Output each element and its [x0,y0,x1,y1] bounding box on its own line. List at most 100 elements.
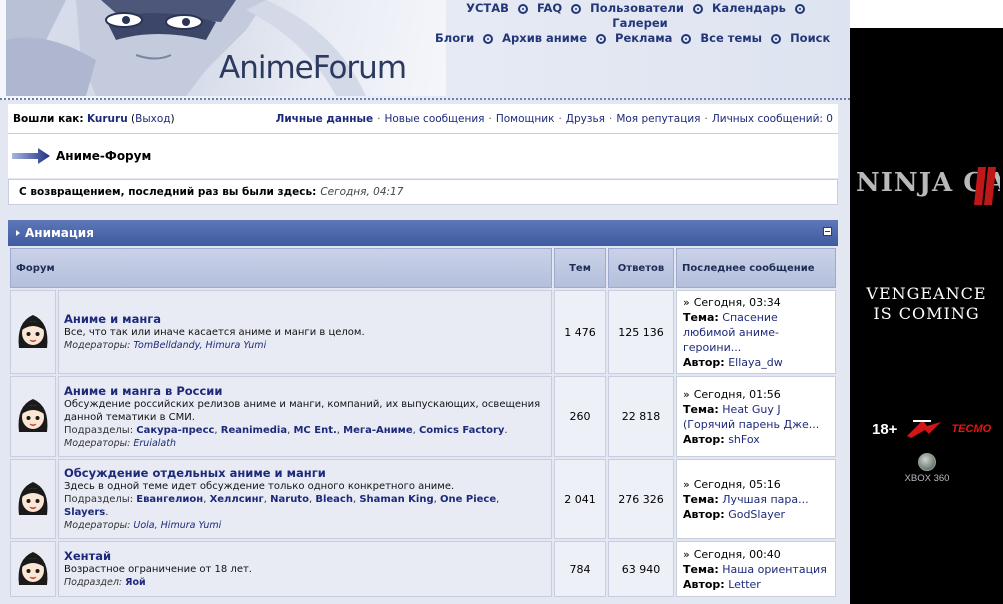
subforum-link[interactable]: Bleach [315,494,353,505]
forum-title-link[interactable]: Аниме и манга в России [64,384,546,398]
subforum-link[interactable]: Reanimedia [221,425,287,436]
double-chevron-icon[interactable]: » [683,548,690,561]
helper-link[interactable]: Помощник [496,113,555,125]
moderators-links[interactable]: Eruialath [133,438,176,449]
author-link[interactable]: shFox [728,433,760,446]
friends-link[interactable]: Друзья [566,113,605,125]
author-link[interactable]: Letter [728,578,761,591]
topics-count: 2 041 [554,459,606,539]
author-label: Автор: [683,577,725,591]
subforum-link[interactable]: One Piece [440,494,496,505]
category-header: Анимация [8,220,838,246]
team-ninja-logo-icon [907,420,942,438]
header-replies: Ответов [608,248,674,288]
welcome-box: С возвращением, последний раз вы были зд… [8,179,838,205]
nav-separator-icon [596,34,607,44]
last-post-date: » Сегодня, 01:56 [683,387,829,402]
double-chevron-icon[interactable]: » [683,296,690,309]
username-link[interactable]: Kururu [87,113,128,125]
site-logo[interactable]: AnimeForum [219,50,407,86]
author-link[interactable]: GodSlayer [728,508,785,521]
nav-separator-icon [483,34,494,44]
forum-info-cell: Обсуждение отдельных аниме и манги Здесь… [58,459,552,539]
nav-rules[interactable]: УСТАВ [466,1,509,16]
author-label: Автор: [683,432,725,446]
subforum-link[interactable]: Евангелион [136,494,203,505]
subforum-link[interactable]: MC Ent. [293,425,336,436]
forum-status-avatar-icon [18,399,48,432]
last-post-cell: » Сегодня, 01:56 Тема: Heat Guy J (Горячи… [676,376,836,457]
last-post-topic: Тема: Наша ориентация [683,562,829,577]
forum-description: Здесь в одной теме идет обсуждение тольк… [64,481,455,492]
new-posts-link[interactable]: Новые сообщения [384,113,484,125]
forum-title-link[interactable]: Обсуждение отдельных аниме и манги [64,466,546,480]
forum-moderators: Модераторы: Uola, Himura Yumi [64,519,546,532]
subforum-link[interactable]: Сакура-пресс [136,425,214,436]
nav-all-topics[interactable]: Все темы [700,31,762,46]
moderators-links[interactable]: TomBelldandy, Himura Yumi [133,340,266,351]
header-forum: Форум [10,248,552,288]
ad-tagline-line2: IS COMING [873,304,980,323]
last-post-cell: » Сегодня, 03:34 Тема: Спасение любимой а… [676,290,836,374]
nav-separator-icon [681,34,692,44]
top-navigation: УСТАВ FAQ Пользователи Календарь Галереи… [430,0,850,46]
subforums-label: Подразделы: [64,424,134,436]
last-post-topic: Тема: Heat Guy J (Горячий парень Дже... [683,402,829,432]
table-row: Хентай Возрастное ограничение от 18 лет.… [10,541,836,597]
forum-title-link[interactable]: Хентай [64,549,546,563]
topic-label: Тема: [683,402,719,416]
category-title[interactable]: Анимация [25,226,94,240]
subforum-link[interactable]: Shaman King [359,494,433,505]
subforum-link[interactable]: Slayers [64,507,105,518]
nav-galleries[interactable]: Галереи [612,16,667,31]
collapse-icon[interactable] [823,227,832,236]
subforum-link[interactable]: Хеллсинг [210,494,264,505]
forum-status-cell [10,541,56,597]
nav-calendar[interactable]: Календарь [712,1,786,16]
platform-badge: XBOX 360 [902,453,952,484]
last-topic-link[interactable]: Наша ориентация [722,563,827,576]
moderators-links[interactable]: Uola, Himura Yumi [133,520,221,531]
reputation-link[interactable]: Моя репутация [616,113,700,125]
forum-subforums: Подраздел: Яой [64,576,546,589]
nav-search[interactable]: Поиск [790,31,830,46]
author-link[interactable]: Ellaya_dw [728,356,783,369]
nav-users[interactable]: Пользователи [590,1,684,16]
subforum-link[interactable]: Comics Factory [419,425,504,436]
forum-title-link[interactable]: Аниме и манга [64,312,546,326]
link-separator: · [608,112,613,125]
advertisement-banner[interactable]: NINJA GAIDEN II VENGEANCE IS COMING 18+ … [850,0,1003,604]
profile-link[interactable]: Личные данные [276,113,374,125]
last-post-date: » Сегодня, 03:34 [683,295,829,310]
nav-separator-icon [571,4,582,14]
last-post-cell: » Сегодня, 05:16 Тема: Лучшая пара... Авт… [676,459,836,539]
link-separator: · [558,112,562,125]
last-visit-time: Сегодня, 04:17 [320,186,404,198]
forum-table: Форум Тем Ответов Последнее сообщение Ан… [8,246,838,599]
author-label: Автор: [683,507,725,521]
last-post-time: Сегодня, 01:56 [693,387,781,401]
private-messages-link[interactable]: Личных сообщений: 0 [712,113,833,125]
subforum-link[interactable]: Яой [125,577,146,588]
forum-description: Все, что так или иначе касается аниме и … [64,327,365,338]
subforum-link[interactable]: Naruto [270,494,309,505]
replies-count: 63 940 [608,541,674,597]
forum-info-cell: Аниме и манга в России Обсуждение россий… [58,376,552,457]
user-links: Личные данные · Новые сообщения · Помощник · Д… [276,113,833,125]
nav-faq[interactable]: FAQ [537,1,562,16]
forum-description: Обсуждение российских релизов аниме и ма… [64,398,541,423]
last-topic-link[interactable]: Лучшая пара... [722,493,808,506]
nav-advertising[interactable]: Реклама [615,31,672,46]
last-post-author: Автор: Letter [683,577,829,592]
double-chevron-icon[interactable]: » [683,478,690,491]
last-post-author: Автор: shFox [683,432,829,447]
forum-info-cell: Хентай Возрастное ограничение от 18 лет.… [58,541,552,597]
nav-anime-archive[interactable]: Архив аниме [502,31,587,46]
user-bar: Вошли как: Kururu (Выход) Личные данные ·… [8,104,838,134]
page-title: Аниме-Форум [56,149,152,163]
forum-status-avatar-icon [18,481,48,515]
nav-blogs[interactable]: Блоги [435,31,474,46]
double-chevron-icon[interactable]: » [683,388,690,401]
logout-link[interactable]: Выход [135,113,170,125]
subforum-link[interactable]: Мега-Аниме [343,425,412,436]
